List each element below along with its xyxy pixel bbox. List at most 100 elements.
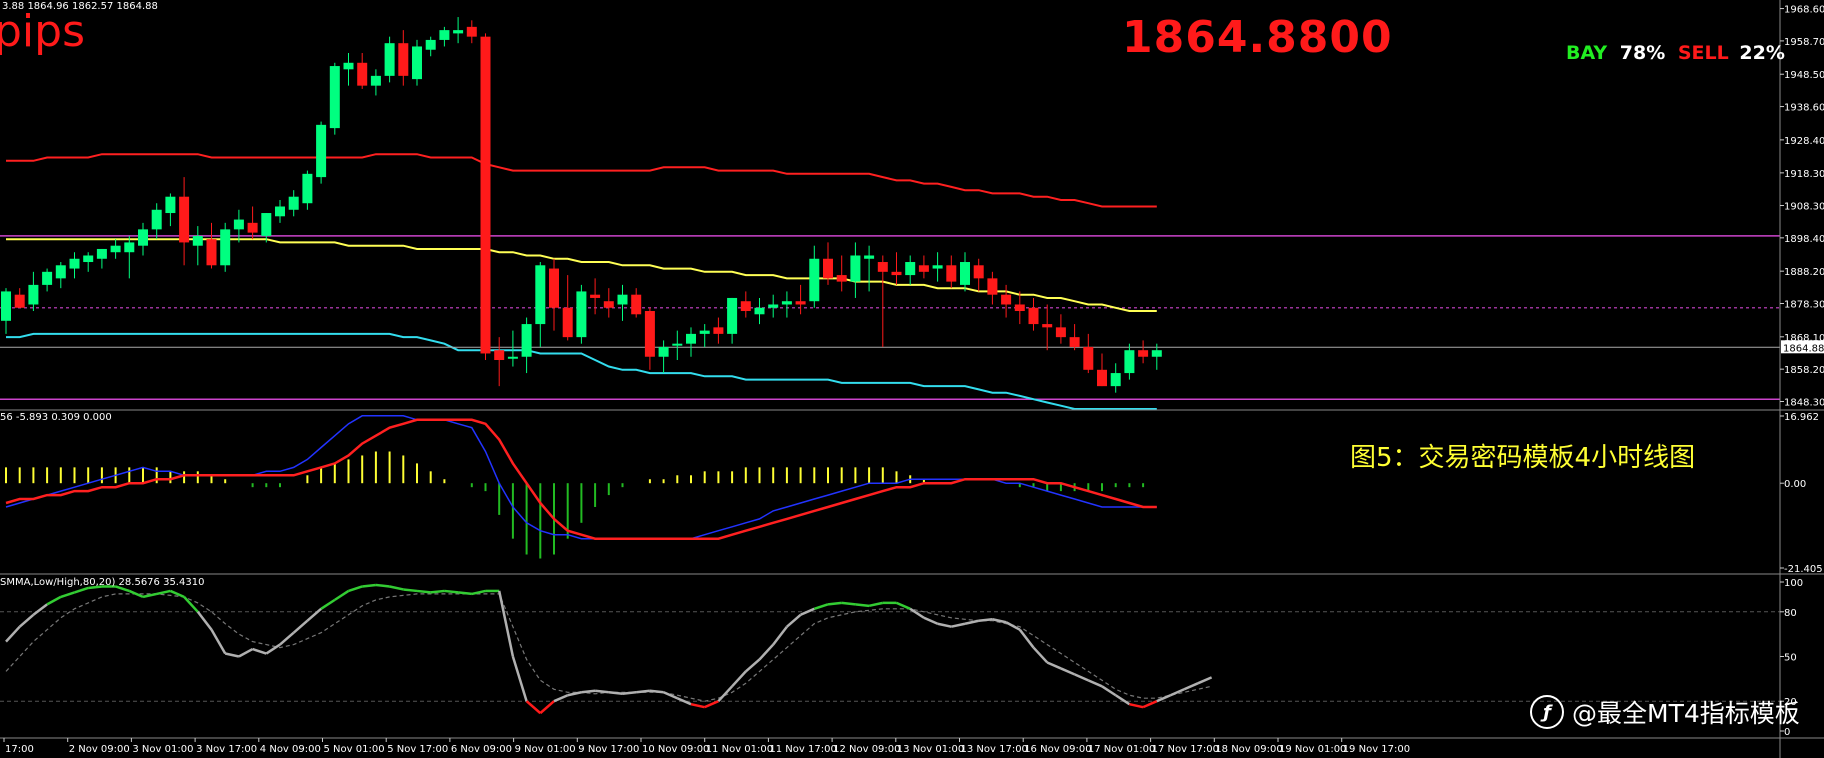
price-tick-label: 1848.30 [1784, 397, 1824, 408]
time-tick-label: 17 Nov 01:00 [1088, 744, 1155, 755]
candle [1138, 350, 1149, 357]
sell-label: SELL [1677, 42, 1729, 64]
stochastic-main-segment [649, 689, 664, 694]
candle [233, 219, 244, 230]
stochastic-main-segment [389, 585, 404, 591]
time-tick-label: 19 Nov 17:00 [1343, 744, 1410, 755]
price-tick-label: 1898.40 [1784, 234, 1824, 245]
candle [110, 245, 121, 253]
sell-percent: 22% [1739, 42, 1785, 64]
stochastic-main-segment [292, 619, 309, 634]
candle [138, 229, 148, 246]
macd-tick-label: -21.405 [1784, 564, 1823, 575]
stochastic-main-segment [210, 629, 227, 655]
candle [973, 265, 984, 279]
candle [686, 333, 696, 344]
candle [918, 265, 929, 272]
candle [1069, 337, 1080, 347]
time-tick-label: 19 Nov 01:00 [1279, 744, 1346, 755]
candle [603, 301, 614, 308]
main-price-panel[interactable] [0, 17, 1780, 410]
stochastic-main-segment [416, 589, 431, 594]
price-tick-label: 1968.60 [1784, 5, 1824, 16]
figure-caption: 图5：交易密码模板4小时线图 [1350, 443, 1696, 473]
stochastic-signal-line [5, 593, 1212, 702]
candle [891, 271, 902, 276]
candle [727, 297, 738, 334]
stochastic-main-segment [183, 596, 199, 613]
stochastic-main-segment [964, 619, 979, 625]
stochastic-main-segment [786, 613, 802, 628]
candle [960, 262, 970, 285]
candle [412, 46, 422, 80]
candle [836, 275, 847, 282]
stochastic-main-segment [196, 611, 213, 631]
candle [699, 330, 710, 334]
price-tick-label: 1928.40 [1784, 136, 1824, 147]
time-tick-label: 6 Nov 09:00 [451, 744, 512, 755]
stochastic-main-segment [937, 622, 952, 628]
stochastic-main-segment [868, 601, 884, 608]
stochastic-main-segment [525, 700, 542, 715]
stochastic-main-segment [827, 601, 842, 606]
candle [1001, 294, 1012, 305]
candle [1042, 324, 1053, 328]
candle [206, 239, 217, 266]
bay-label: BAY [1566, 42, 1608, 64]
candle [165, 196, 176, 214]
candle [494, 350, 505, 361]
price-axis: 1968.60 1958.70 1948.50 1938.60 1928.40 1918.… [0, 0, 1824, 758]
candle [658, 346, 669, 357]
stochastic-main-segment [1183, 682, 1199, 691]
candle [14, 294, 25, 308]
candle [288, 196, 299, 210]
stochastic-main-segment [224, 652, 240, 658]
stochastic-main-segment [581, 689, 596, 694]
candle [740, 301, 751, 312]
stochastic-main-segment [142, 592, 157, 599]
stochastic-panel[interactable] [0, 583, 1780, 715]
candle [1151, 350, 1162, 357]
candle [617, 294, 628, 305]
time-tick-label: 10 Nov 09:00 [642, 744, 709, 755]
candle [316, 124, 327, 178]
stochastic-main-segment [156, 589, 171, 596]
stochastic-main-segment [813, 603, 829, 611]
candle [220, 229, 231, 266]
time-tick-label: 2 Nov 09:00 [69, 744, 130, 755]
candle [1014, 304, 1025, 312]
price-tick-label: 1948.50 [1784, 70, 1824, 81]
watermark: ƒ @最全MT4指标模板 [1530, 694, 1800, 730]
stochastic-main-segment [1018, 628, 1035, 649]
candle [302, 173, 313, 204]
candle [507, 356, 518, 359]
time-axis: 17:00 2 Nov 09:00 3 Nov 01:00 3 Nov 17:00 4 … [3, 738, 1410, 755]
stochastic-main-segment [608, 691, 623, 695]
stochastic-main-segment [430, 589, 445, 594]
price-tick-label: 1938.60 [1784, 103, 1824, 114]
candle [1097, 369, 1107, 387]
stochastic-main-segment [375, 583, 390, 588]
candle [864, 255, 875, 259]
time-tick-label: 12 Nov 09:00 [833, 744, 900, 755]
time-tick-label: 18 Nov 09:00 [1215, 744, 1282, 755]
candle [754, 307, 765, 315]
candle [521, 324, 532, 357]
candle [932, 265, 943, 269]
stochastic-main-segment [252, 647, 267, 655]
stochastic-main-segment [18, 613, 35, 628]
stochastic-main-segment [74, 586, 89, 594]
macd-panel[interactable] [5, 415, 1157, 559]
time-tick-label: 9 Nov 17:00 [578, 744, 639, 755]
stochastic-main-segment [306, 607, 322, 622]
candle [631, 294, 642, 315]
stochastic-main-segment [60, 591, 75, 599]
logo-icon: ƒ [1530, 695, 1564, 729]
stochastic-main-segment [1142, 700, 1158, 709]
chart-canvas[interactable]: 1968.60 1958.70 1948.50 1938.60 1928.40 1918.… [0, 0, 1824, 758]
candle [124, 242, 135, 253]
stochastic-main-segment [320, 598, 336, 610]
stochastic-main-segment [841, 601, 856, 606]
price-tick-label: 1888.20 [1784, 267, 1824, 278]
stochastic-main-segment [951, 622, 966, 628]
